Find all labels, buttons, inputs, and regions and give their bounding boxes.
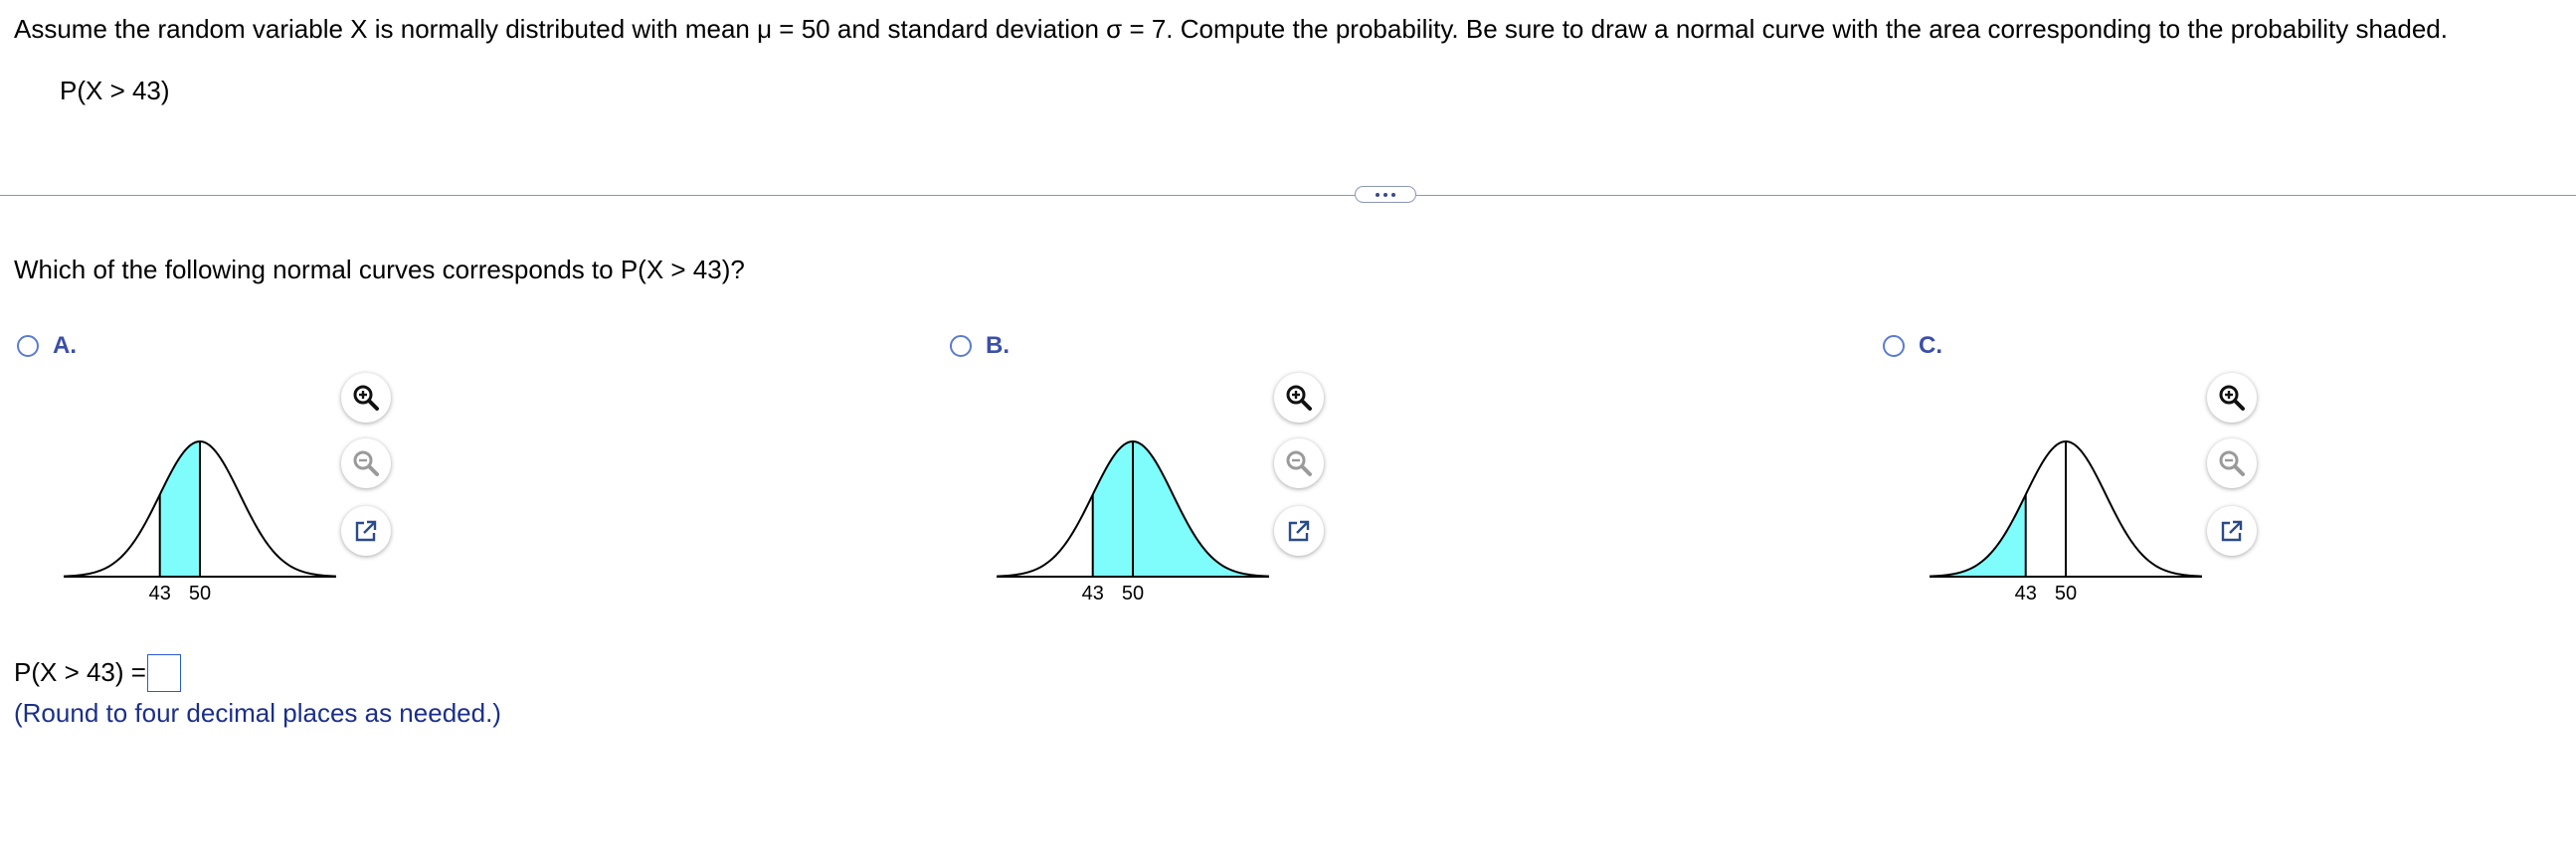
popout-icon (1288, 520, 1310, 542)
option-c-zoom-out-button[interactable] (2207, 438, 2257, 488)
option-a[interactable]: A. (17, 329, 77, 363)
option-a-normal-curve: 43 50 (64, 439, 336, 605)
option-b[interactable]: B. (950, 329, 1010, 363)
option-b-normal-curve: 43 50 (997, 439, 1269, 605)
popout-icon (355, 520, 377, 542)
popout-icon (2221, 520, 2243, 542)
option-c-popout-button[interactable] (2207, 506, 2257, 556)
zoom-out-icon (2219, 450, 2245, 476)
option-c-zoom-in-button[interactable] (2207, 373, 2257, 423)
dot-icon (1383, 192, 1387, 197)
option-a-label: A. (53, 332, 77, 359)
expand-more-button[interactable] (1355, 186, 1416, 203)
dot-icon (1391, 192, 1395, 197)
dot-icon (1376, 192, 1380, 197)
rounding-note: (Round to four decimal places as needed.… (14, 698, 501, 728)
option-a-radio[interactable] (17, 335, 39, 357)
option-c-normal-curve: 43 50 (1930, 439, 2202, 605)
zoom-in-icon (1286, 385, 1312, 411)
option-a-zoom-in-button[interactable] (341, 373, 391, 423)
zoom-out-icon (353, 450, 379, 476)
section-divider (0, 195, 2576, 196)
tick-label-43: 43 (2015, 583, 2037, 605)
answer-input[interactable] (147, 654, 181, 692)
probability-expression: P(X > 43) (60, 76, 170, 105)
option-b-radio[interactable] (950, 335, 972, 357)
tick-label-43: 43 (1082, 583, 1104, 605)
tick-label-50: 50 (189, 583, 211, 605)
option-b-label: B. (986, 332, 1010, 359)
shaded-area (159, 441, 200, 577)
tick-label-43: 43 (149, 583, 171, 605)
option-a-popout-button[interactable] (341, 506, 391, 556)
tick-label-50: 50 (1122, 583, 1144, 605)
option-b-zoom-in-button[interactable] (1274, 373, 1324, 423)
tick-label-50: 50 (2055, 583, 2077, 605)
option-c-label: C. (1919, 332, 1942, 359)
zoom-out-icon (1286, 450, 1312, 476)
answer-label: P(X > 43) = (14, 657, 146, 687)
option-b-zoom-out-button[interactable] (1274, 438, 1324, 488)
option-c-radio[interactable] (1883, 335, 1905, 357)
question-text: Assume the random variable X is normally… (14, 14, 2448, 44)
option-a-zoom-out-button[interactable] (341, 438, 391, 488)
subquestion-text: Which of the following normal curves cor… (14, 255, 745, 284)
option-c[interactable]: C. (1883, 329, 1942, 363)
option-b-popout-button[interactable] (1274, 506, 1324, 556)
zoom-in-icon (2219, 385, 2245, 411)
zoom-in-icon (353, 385, 379, 411)
